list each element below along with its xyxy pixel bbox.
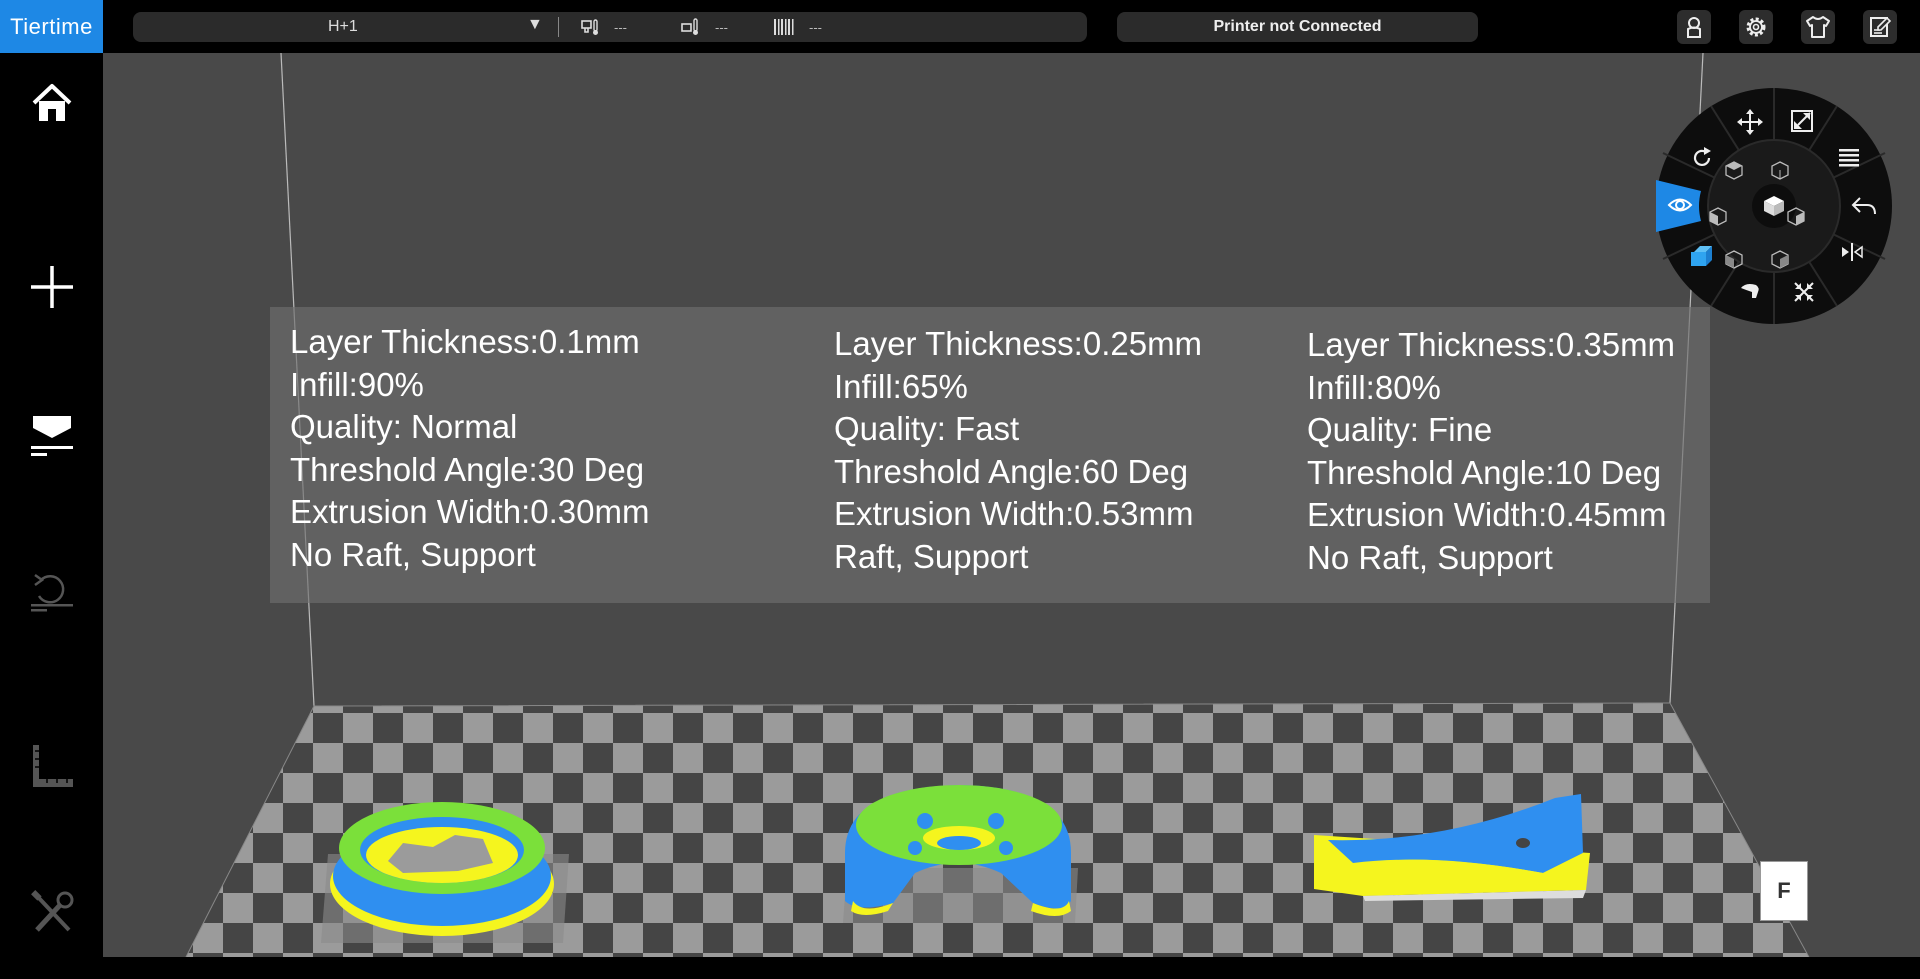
bed-temp-value: ---: [715, 19, 728, 35]
mirror-icon[interactable]: [1840, 241, 1864, 263]
threshold-angle-1: Threshold Angle:30 Deg: [290, 450, 645, 488]
scale-icon[interactable]: [1790, 109, 1814, 133]
settings-column-1: Layer Thickness:0.1mm Infill:90% Quality…: [290, 321, 649, 576]
skin-button[interactable]: [1801, 10, 1835, 44]
hand-icon[interactable]: [1738, 280, 1762, 302]
quality-2: Quality: Fast: [834, 410, 1020, 447]
add-icon: [30, 266, 73, 308]
view-front-icon[interactable]: [1724, 249, 1744, 269]
nozzle-temp-status: ---: [580, 16, 627, 38]
shrink-icon[interactable]: [1792, 280, 1816, 304]
extrusion-width-2: Extrusion Width:0.53mm: [834, 495, 1194, 532]
bed-temp-status: ---: [681, 16, 728, 38]
3d-viewport[interactable]: Layer Thickness:0.1mm Infill:90% Quality…: [103, 53, 1920, 957]
undo-icon[interactable]: [1851, 194, 1877, 218]
bottom-bar: [0, 957, 1920, 979]
connection-status[interactable]: Printer not Connected: [1117, 12, 1478, 42]
quality-1: Quality: Normal: [290, 408, 518, 445]
settings-column-2: Layer Thickness:0.25mm Infill:65% Qualit…: [834, 323, 1202, 578]
account-button[interactable]: [1677, 10, 1711, 44]
raft-support-3: No Raft, Support: [1307, 538, 1553, 576]
front-view-label: F: [1760, 861, 1808, 921]
rotate-icon[interactable]: [1690, 146, 1714, 170]
logo-text: Tiertime: [10, 13, 93, 39]
view-left-icon[interactable]: [1708, 206, 1728, 226]
quality-3: Quality: Fine: [1307, 411, 1493, 448]
edit-note-icon: [1870, 16, 1892, 37]
front-view-letter: F: [1777, 878, 1791, 903]
settings-gear-icon: [1746, 17, 1766, 37]
settings-column-3: Layer Thickness:0.35mm Infill:80% Qualit…: [1307, 324, 1675, 579]
tools-button[interactable]: [0, 873, 103, 953]
chevron-down-icon[interactable]: ▼: [527, 16, 543, 34]
material-value: ---: [809, 19, 822, 35]
view-radial-menu: [1656, 88, 1892, 324]
bed-temp-icon: [681, 18, 698, 35]
settings-button[interactable]: [1739, 10, 1773, 44]
shirt-icon: [1806, 16, 1830, 38]
printer-name: H+1: [328, 18, 358, 35]
printer-select[interactable]: H+1 ▼: [133, 12, 561, 42]
left-sidebar: [0, 53, 103, 979]
view-top-icon[interactable]: [1724, 160, 1744, 180]
measure-button[interactable]: [0, 726, 103, 806]
print-settings-panel: Layer Thickness:0.1mm Infill:90% Quality…: [270, 307, 1710, 603]
add-model-button[interactable]: [0, 247, 103, 327]
nozzle-temp-icon: [581, 19, 598, 35]
material-spool-icon: [774, 19, 794, 35]
layer-thickness-3: Layer Thickness:0.35mm: [1307, 326, 1676, 363]
undo-button[interactable]: [0, 549, 103, 629]
view-right-icon[interactable]: [1786, 206, 1806, 226]
tiertime-logo: Tiertime: [0, 0, 103, 53]
view-eye-icon[interactable]: [1667, 194, 1693, 216]
notes-button[interactable]: [1863, 10, 1897, 44]
view-bottom-icon[interactable]: [1770, 249, 1790, 269]
nozzle-temp-value: ---: [614, 19, 627, 35]
print-icon: [30, 416, 73, 456]
layer-thickness-1: Layer Thickness:0.1mm: [290, 323, 640, 360]
tools-icon: [30, 890, 73, 932]
print-button[interactable]: [0, 395, 103, 475]
move-icon[interactable]: [1737, 109, 1763, 135]
threshold-angle-3: Threshold Angle:10 Deg: [1307, 453, 1662, 491]
top-bar: Tiertime H+1 ▼ --- --- --- Printer not C…: [0, 0, 1920, 53]
layer-thickness-2: Layer Thickness:0.25mm: [834, 325, 1203, 362]
printer-status-bar: H+1 ▼ --- --- ---: [133, 12, 1087, 42]
undo-icon: [30, 573, 73, 612]
slice-layers-icon[interactable]: [1837, 147, 1861, 169]
cube-icon[interactable]: [1688, 244, 1714, 270]
user-icon: [1687, 17, 1701, 38]
raft-support-2: Raft, Support: [834, 537, 1029, 575]
connection-status-text: Printer not Connected: [1213, 18, 1382, 35]
extrusion-width-1: Extrusion Width:0.30mm: [290, 493, 650, 530]
model-ring[interactable]: [330, 802, 554, 936]
home-view-cube-icon[interactable]: [1762, 194, 1786, 218]
raft-support-1: No Raft, Support: [290, 535, 536, 573]
material-status: ---: [773, 16, 822, 38]
divider: [558, 17, 559, 37]
infill-3: Infill:80%: [1307, 368, 1441, 406]
threshold-angle-2: Threshold Angle:60 Deg: [834, 452, 1189, 490]
infill-2: Infill:65%: [834, 367, 968, 405]
home-button[interactable]: [0, 63, 103, 143]
extrusion-width-3: Extrusion Width:0.45mm: [1307, 496, 1667, 533]
view-back-icon[interactable]: [1770, 160, 1790, 180]
ruler-icon: [32, 745, 73, 787]
infill-1: Infill:90%: [290, 365, 424, 403]
home-icon: [32, 84, 71, 121]
